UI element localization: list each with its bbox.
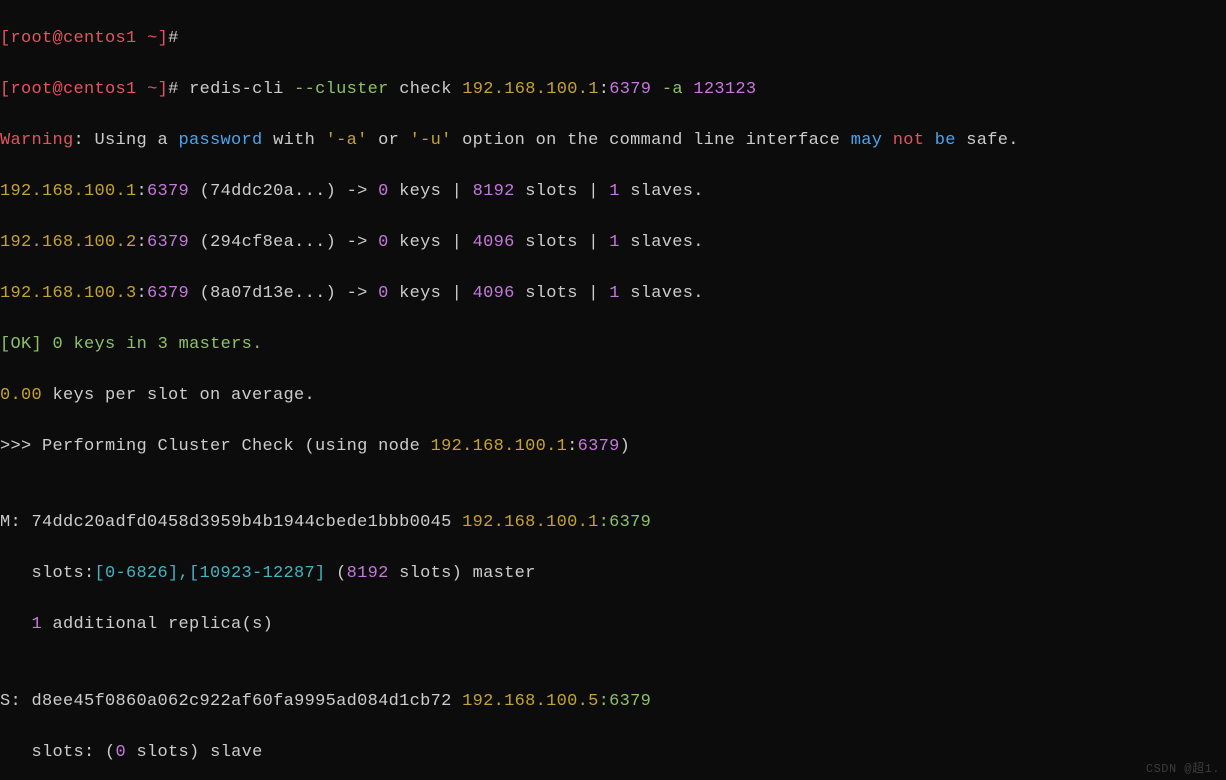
node-header: S: d8ee45f0860a062c922af60fa9995ad084d1c… <box>0 689 1226 715</box>
node-header: M: 74ddc20adfd0458d3959b4b1944cbede1bbb0… <box>0 510 1226 536</box>
summary-row: 192.168.100.2:6379 (294cf8ea...) -> 0 ke… <box>0 230 1226 256</box>
node-slots: slots: (0 slots) slave <box>0 740 1226 766</box>
summary-row: 192.168.100.1:6379 (74ddc20a...) -> 0 ke… <box>0 179 1226 205</box>
cmd-sub: check <box>399 80 452 99</box>
node-slots: slots:[0-6826],[10923-12287] (8192 slots… <box>0 561 1226 587</box>
performing-line: >>> Performing Cluster Check (using node… <box>0 434 1226 460</box>
cmd-password: 123123 <box>693 80 756 99</box>
ok-keys-line: [OK] 0 keys in 3 masters. <box>0 332 1226 358</box>
node-replicas: 1 additional replica(s) <box>0 612 1226 638</box>
avg-line: 0.00 keys per slot on average. <box>0 383 1226 409</box>
cmd-flag-cluster: --cluster <box>294 80 389 99</box>
watermark-text: CSDN @超1. <box>1146 759 1220 776</box>
cmd-target-host: 192.168.100.1 <box>462 80 599 99</box>
prompt-line-1: [root@centos1 ~]# <box>0 26 1226 52</box>
cmd-bin: redis-cli <box>189 80 284 99</box>
cmd-target-port: 6379 <box>609 80 651 99</box>
summary-row: 192.168.100.3:6379 (8a07d13e...) -> 0 ke… <box>0 281 1226 307</box>
prompt-prefix: [root@centos1 ~] <box>0 80 168 99</box>
terminal-output[interactable]: [root@centos1 ~]# [root@centos1 ~]# redi… <box>0 0 1226 780</box>
warning-line: Warning: Using a password with '-a' or '… <box>0 128 1226 154</box>
prompt-line-2: [root@centos1 ~]# redis-cli --cluster ch… <box>0 77 1226 103</box>
warning-label: Warning <box>0 131 74 150</box>
cmd-flag-a: -a <box>662 80 683 99</box>
prompt-prefix: [root@centos1 ~] <box>0 29 168 48</box>
